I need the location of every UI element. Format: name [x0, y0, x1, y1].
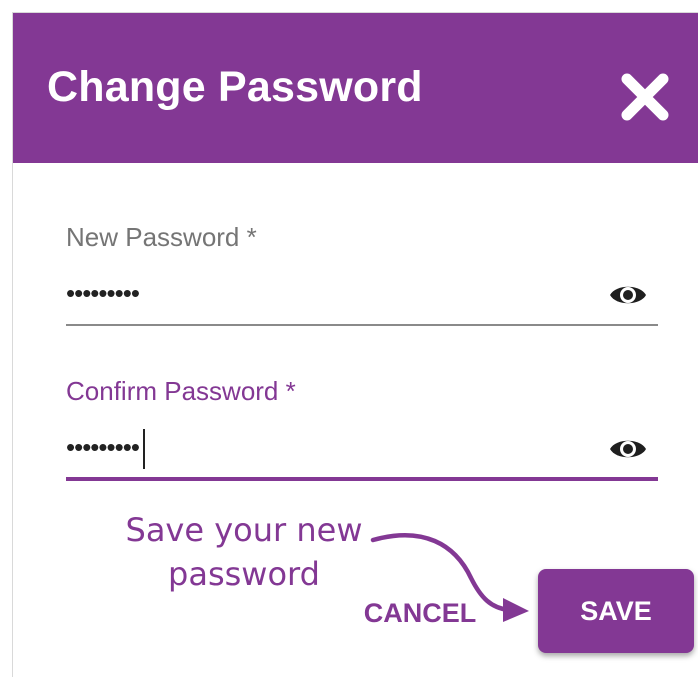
- new-password-field[interactable]: •••••••••: [66, 265, 658, 326]
- confirm-password-value-wrap: •••••••••: [66, 427, 145, 470]
- confirm-password-value: •••••••••: [66, 432, 140, 462]
- confirm-password-underline: [66, 477, 658, 481]
- eye-icon: [610, 440, 646, 458]
- dialog-header: Change Password: [13, 13, 698, 163]
- eye-icon: [610, 286, 646, 304]
- annotation-line-1: Save your new: [125, 511, 363, 549]
- change-password-dialog: Change Password New Password * •••••••••…: [12, 12, 698, 677]
- annotation-line-2: password: [168, 555, 320, 593]
- annotation-callout: Save your new password: [109, 508, 379, 596]
- new-password-underline: [66, 324, 658, 326]
- close-button[interactable]: [617, 69, 673, 125]
- show-new-password-button[interactable]: [608, 279, 648, 311]
- confirm-password-field[interactable]: •••••••••: [66, 419, 658, 481]
- new-password-label: New Password *: [66, 222, 257, 252]
- close-x-icon: [621, 73, 669, 121]
- text-caret: [142, 429, 145, 470]
- confirm-password-label: Confirm Password *: [66, 376, 296, 406]
- new-password-value: •••••••••: [66, 278, 140, 308]
- show-confirm-password-button[interactable]: [608, 433, 648, 465]
- save-button[interactable]: SAVE: [538, 569, 694, 653]
- cancel-button[interactable]: CANCEL: [357, 591, 483, 635]
- dialog-title: Change Password: [47, 63, 423, 111]
